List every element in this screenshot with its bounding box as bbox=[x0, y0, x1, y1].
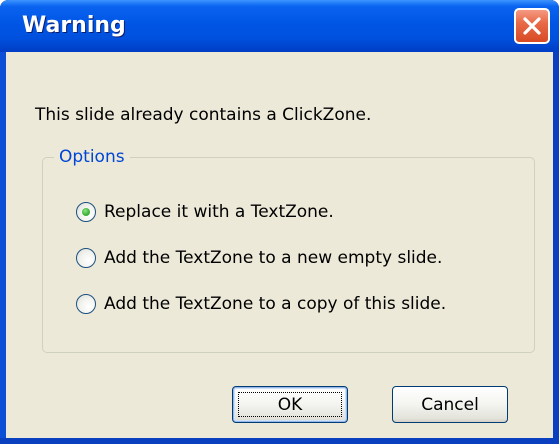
radio-replace[interactable] bbox=[76, 202, 96, 222]
radio-copy-slide[interactable] bbox=[76, 294, 96, 314]
dialog-body: This slide already contains a ClickZone.… bbox=[6, 52, 553, 438]
title-bar[interactable]: Warning bbox=[0, 0, 559, 52]
warning-dialog: Warning This slide already contains a Cl… bbox=[0, 0, 559, 444]
radio-label-replace[interactable]: Replace it with a TextZone. bbox=[104, 202, 334, 222]
cancel-button-label: Cancel bbox=[421, 394, 479, 415]
options-group-title: Options bbox=[54, 146, 130, 168]
radio-new-slide[interactable] bbox=[76, 248, 96, 268]
option-new-empty-slide[interactable]: Add the TextZone to a new empty slide. bbox=[76, 245, 442, 271]
radio-selected-dot-icon bbox=[82, 208, 90, 216]
window-frame-bottom bbox=[0, 438, 559, 444]
close-x-icon bbox=[523, 17, 541, 35]
focus-rectangle bbox=[238, 392, 342, 417]
ok-button[interactable]: OK bbox=[232, 386, 348, 423]
option-replace-textzone[interactable]: Replace it with a TextZone. bbox=[76, 199, 334, 225]
window-title: Warning bbox=[22, 13, 126, 38]
window-frame-right bbox=[553, 52, 559, 444]
warning-message: This slide already contains a ClickZone. bbox=[35, 105, 372, 125]
option-copy-slide[interactable]: Add the TextZone to a copy of this slide… bbox=[76, 291, 446, 317]
cancel-button[interactable]: Cancel bbox=[392, 386, 508, 423]
close-button[interactable] bbox=[514, 8, 550, 44]
radio-label-copy-slide[interactable]: Add the TextZone to a copy of this slide… bbox=[104, 294, 446, 314]
radio-label-new-slide[interactable]: Add the TextZone to a new empty slide. bbox=[104, 248, 442, 268]
